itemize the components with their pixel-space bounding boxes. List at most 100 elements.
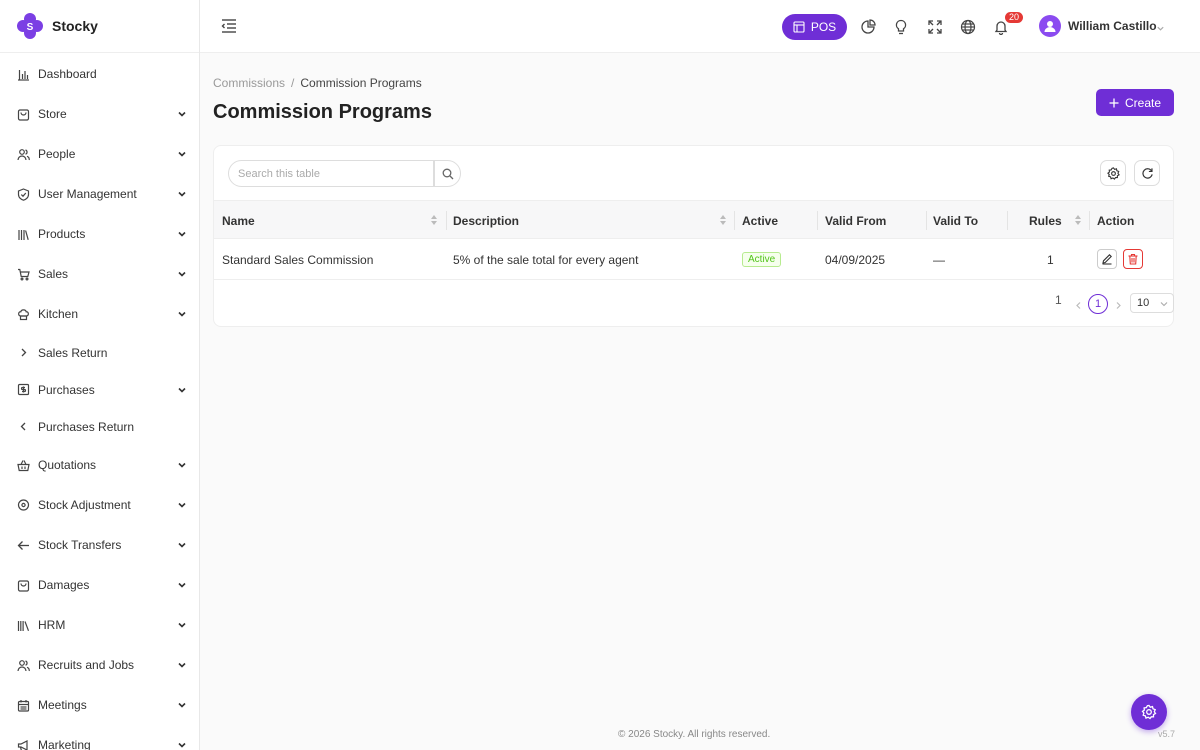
page-size-select[interactable]: 10 xyxy=(1130,293,1174,313)
sidebar-item-store[interactable]: Store xyxy=(0,94,199,134)
sidebar-item-meetings[interactable]: Meetings xyxy=(0,685,199,725)
chevron-down-icon[interactable] xyxy=(177,149,187,159)
sidebar-item-dashboard[interactable]: Dashboard xyxy=(0,54,199,94)
column-divider xyxy=(1007,211,1008,230)
bar-chart-icon xyxy=(17,68,30,81)
column-header-active[interactable]: Active xyxy=(742,201,778,240)
sidebar-item-sales[interactable]: Sales xyxy=(0,254,199,294)
chevron-down-icon[interactable] xyxy=(177,580,187,590)
delete-button[interactable] xyxy=(1123,249,1143,269)
chevron-down-icon[interactable] xyxy=(177,109,187,119)
chevron-left-icon xyxy=(17,420,30,433)
shield-icon xyxy=(17,187,30,201)
gear-icon xyxy=(1141,704,1157,720)
sidebar-item-people[interactable]: People xyxy=(0,134,199,174)
table-header: Name Description Active Valid From Valid… xyxy=(214,200,1173,239)
chevron-down-icon[interactable] xyxy=(177,660,187,670)
sidebar-item-user-management[interactable]: User Management xyxy=(0,174,199,214)
pagination-current-page[interactable]: 1 xyxy=(1088,294,1108,314)
sidebar-item-products[interactable]: Products xyxy=(0,214,199,254)
customizer-button[interactable] xyxy=(1131,694,1167,730)
chevron-down-icon[interactable] xyxy=(177,269,187,279)
pos-button[interactable]: POS xyxy=(782,14,847,40)
pagination-total: 1 xyxy=(1055,293,1062,307)
chevron-down-icon[interactable] xyxy=(177,309,187,319)
column-header-name[interactable]: Name xyxy=(222,201,255,240)
sidebar-item-label: Dashboard xyxy=(38,67,97,81)
sidebar-item-label: Recruits and Jobs xyxy=(38,658,135,672)
basket-icon xyxy=(17,459,30,472)
column-header-valid-from[interactable]: Valid From xyxy=(825,201,886,240)
pie-chart-icon[interactable] xyxy=(859,18,876,35)
column-header-rules[interactable]: Rules xyxy=(1029,201,1062,240)
menu-toggle-icon[interactable] xyxy=(220,17,238,35)
chevron-down-icon[interactable] xyxy=(177,620,187,630)
search-input[interactable]: Search this table xyxy=(228,160,434,187)
chevron-down-icon[interactable] xyxy=(177,229,187,239)
column-divider xyxy=(926,211,927,230)
sidebar-item-hrm[interactable]: HRM xyxy=(0,605,199,645)
pos-label: POS xyxy=(810,20,837,34)
chevron-down-icon[interactable] xyxy=(177,385,187,395)
column-header-valid-to[interactable]: Valid To xyxy=(933,201,978,240)
shopping-bag-icon xyxy=(17,579,30,592)
column-label: Active xyxy=(742,213,779,228)
chevron-down-icon[interactable] xyxy=(177,189,187,199)
sidebar-item-kitchen[interactable]: Kitchen xyxy=(0,294,199,334)
user-name[interactable]: William Castillo xyxy=(1068,19,1157,33)
sidebar-item-label: Stock Adjustment xyxy=(38,498,131,512)
pos-icon xyxy=(793,21,805,33)
chevron-right-icon[interactable] xyxy=(1114,299,1123,309)
chevron-down-icon[interactable] xyxy=(177,460,187,470)
chevron-down-icon[interactable] xyxy=(1156,22,1165,31)
chevron-down-icon[interactable] xyxy=(177,540,187,550)
brand[interactable]: S Stocky xyxy=(0,0,199,53)
chef-hat-icon xyxy=(17,308,30,321)
user-avatar[interactable] xyxy=(1039,15,1061,37)
sidebar-item-purchases[interactable]: Purchases xyxy=(0,371,199,408)
chevron-down-icon[interactable] xyxy=(177,500,187,510)
create-label: Create xyxy=(1124,95,1162,110)
sort-icon[interactable] xyxy=(719,214,727,226)
cell-valid-to: — xyxy=(933,252,945,267)
refresh-button[interactable] xyxy=(1134,160,1160,186)
sidebar-item-label: Sales xyxy=(38,267,69,281)
fullscreen-icon[interactable] xyxy=(926,18,943,35)
sidebar-item-recruits-and-jobs[interactable]: Recruits and Jobs xyxy=(0,645,199,685)
notification-count-badge: 20 xyxy=(1005,12,1024,23)
breadcrumb: Commissions / Commission Programs xyxy=(213,76,422,90)
sidebar-item-label: People xyxy=(38,147,76,161)
table-row[interactable]: Standard Sales Commission 5% of the sale… xyxy=(214,239,1173,280)
library-icon xyxy=(17,619,30,632)
edit-button[interactable] xyxy=(1097,249,1117,269)
create-button[interactable]: Create xyxy=(1096,89,1174,116)
table-settings-button[interactable] xyxy=(1100,160,1126,186)
search-button[interactable] xyxy=(434,160,461,187)
column-header-description[interactable]: Description xyxy=(453,201,519,240)
breadcrumb-parent[interactable]: Commissions xyxy=(213,76,285,90)
column-label: Valid From xyxy=(825,213,887,228)
sidebar-item-sales-return[interactable]: Sales Return xyxy=(0,334,199,371)
sidebar-item-quotations[interactable]: Quotations xyxy=(0,445,199,485)
chevron-down-icon[interactable] xyxy=(177,740,187,750)
globe-icon[interactable] xyxy=(959,18,976,35)
megaphone-icon xyxy=(17,739,30,750)
users-icon xyxy=(17,659,30,672)
sidebar-item-label: Quotations xyxy=(38,458,97,472)
cell-name: Standard Sales Commission xyxy=(222,252,374,267)
sidebar-item-label: Purchases xyxy=(38,382,95,397)
search-icon xyxy=(442,168,453,179)
dollar-receipt-icon xyxy=(17,383,30,396)
chevron-left-icon[interactable] xyxy=(1074,299,1083,309)
chevron-down-icon[interactable] xyxy=(177,700,187,710)
sort-icon[interactable] xyxy=(1074,214,1082,226)
sidebar-item-stock-transfers[interactable]: Stock Transfers xyxy=(0,525,199,565)
sidebar-item-purchases-return[interactable]: Purchases Return xyxy=(0,408,199,445)
sidebar-item-stock-adjustment[interactable]: Stock Adjustment xyxy=(0,485,199,525)
sidebar-item-marketing[interactable]: Marketing xyxy=(0,725,199,750)
sort-icon[interactable] xyxy=(430,214,438,226)
sidebar-item-label: Marketing xyxy=(38,738,91,750)
sidebar-item-damages[interactable]: Damages xyxy=(0,565,199,605)
sidebar-item-label: HRM xyxy=(38,618,66,632)
lightbulb-icon[interactable] xyxy=(892,18,909,35)
